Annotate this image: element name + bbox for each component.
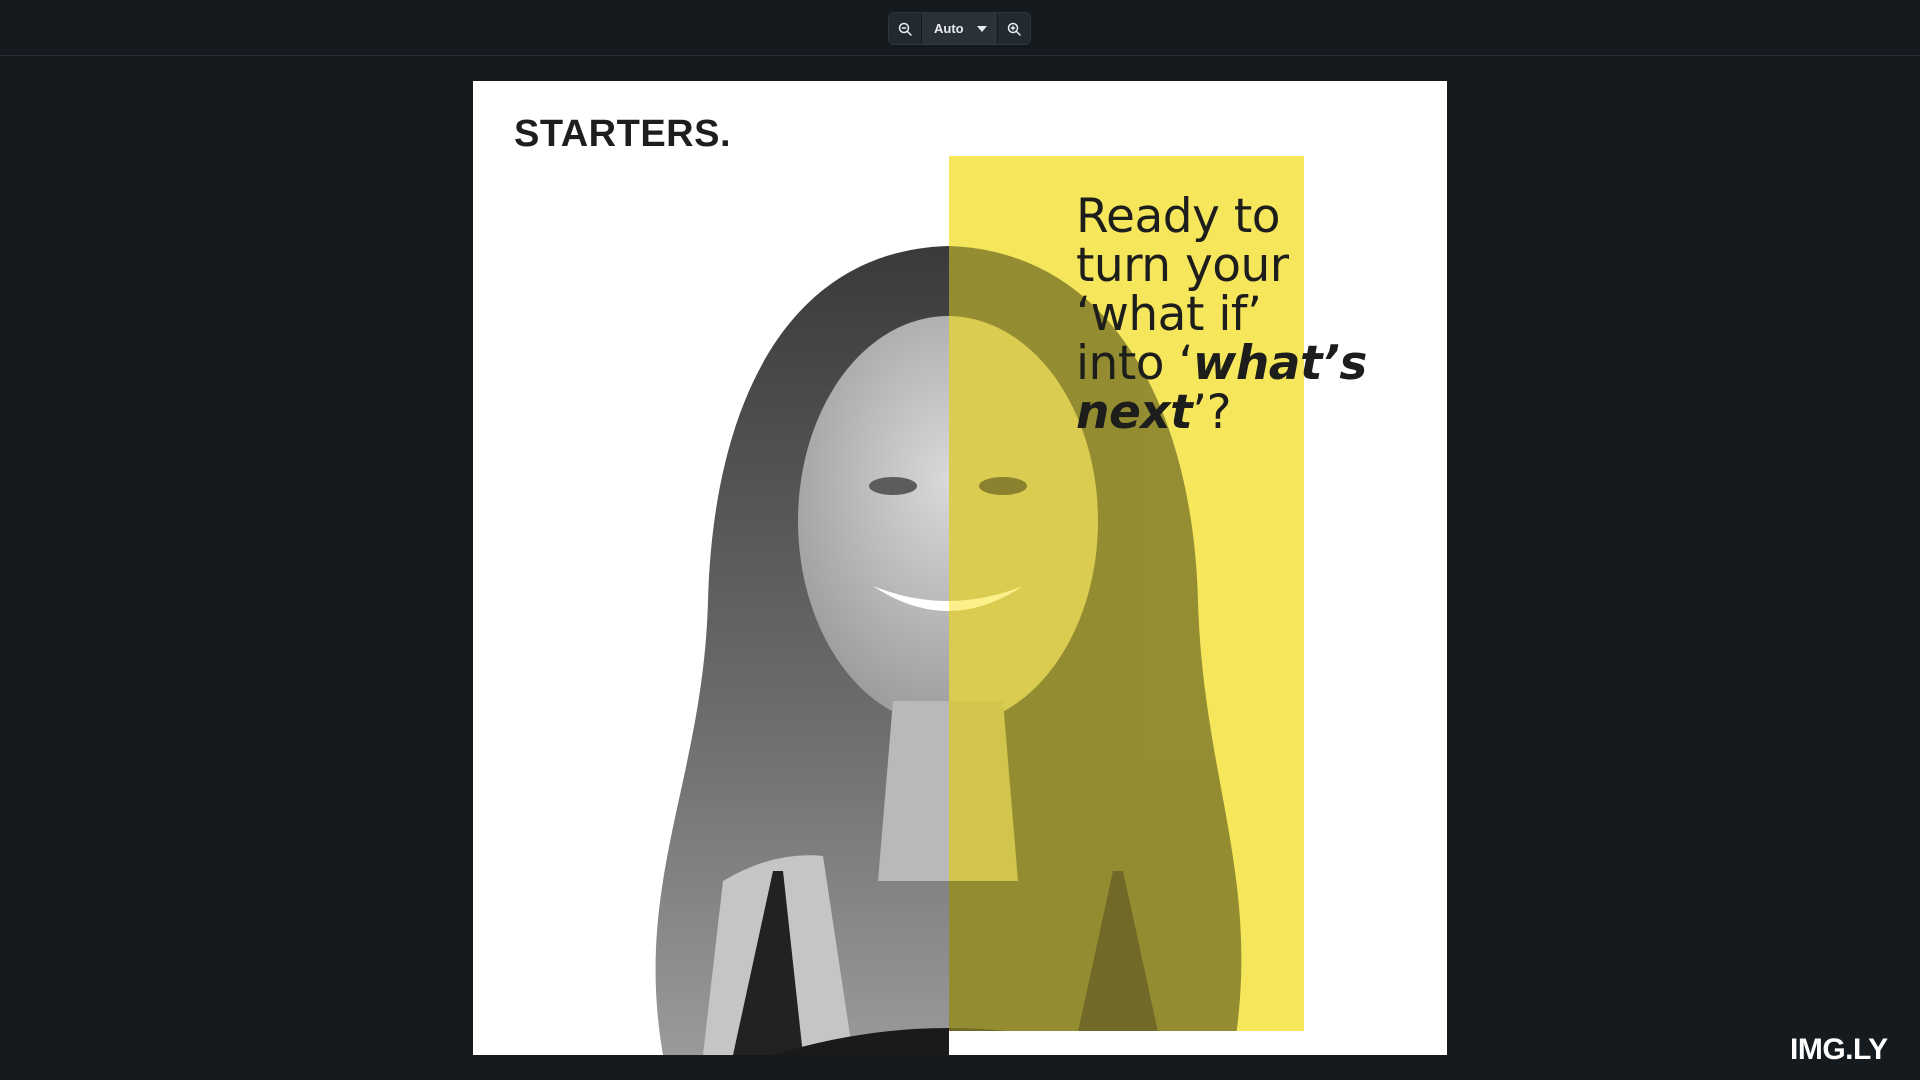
headline-line-4-bold: what’s — [1192, 336, 1367, 391]
headline-line-5: next’? — [1076, 388, 1416, 437]
headline-line-3: ‘what if’ — [1076, 287, 1262, 342]
top-toolbar: Auto — [0, 0, 1920, 56]
headline-line-5-bold: next — [1076, 385, 1193, 440]
brand-title[interactable]: STARTERS. — [514, 113, 731, 156]
zoom-level-value: Auto — [934, 21, 964, 36]
zoom-out-button[interactable] — [889, 13, 921, 44]
headline-line-4: into ‘what’s — [1076, 339, 1416, 388]
imgly-logo: IMG.LY — [1790, 1033, 1888, 1066]
zoom-out-icon — [898, 22, 912, 36]
design-canvas[interactable]: STARTERS. Ready to turn your ‘what if’ i… — [473, 81, 1447, 1055]
zoom-level-select[interactable]: Auto — [921, 13, 997, 44]
headline-text[interactable]: Ready to turn your ‘what if’ into ‘what’… — [1076, 192, 1416, 437]
zoom-controls: Auto — [888, 12, 1031, 45]
headline-line-1: Ready to — [1076, 189, 1281, 244]
zoom-in-button[interactable] — [997, 13, 1030, 44]
chevron-down-icon — [977, 25, 987, 32]
zoom-in-icon — [1007, 22, 1021, 36]
headline-line-2: turn your — [1076, 238, 1289, 293]
headline-line-5-post: ’? — [1192, 385, 1232, 440]
headline-line-4-pre: into ‘ — [1076, 336, 1193, 391]
